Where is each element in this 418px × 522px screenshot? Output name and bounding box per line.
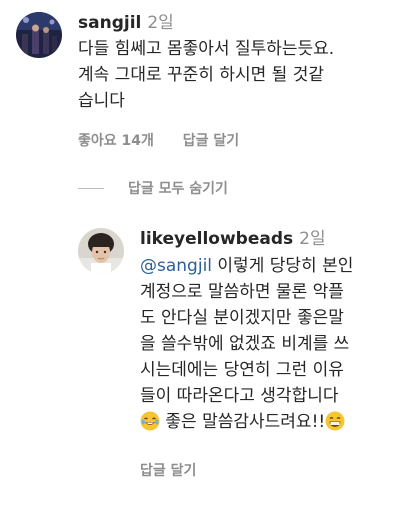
reply-line: 도 안다실 분이겠지만 좋은말 [140, 308, 344, 328]
comment-line: 습니다 [78, 91, 125, 111]
likes-count[interactable]: 좋아요 14개 [78, 130, 154, 150]
reply-button[interactable]: 답글 달기 [140, 460, 196, 480]
avatar-sangjil[interactable] [16, 12, 62, 58]
reply-line-text: 이렇게 당당히 본인 [212, 256, 354, 276]
comment-line: 계속 그대로 꾸준히 하시면 될 것같 [78, 65, 324, 85]
reply-body: @sangjil 이렇게 당당히 본인계정으로 말씀하면 물론 악플도 안다실 … [140, 253, 353, 435]
reply-actions: 답글 달기 [140, 460, 196, 480]
reply-line: 계정으로 말씀하면 물론 악플 [140, 282, 344, 302]
reply-line: 시는데에는 당연히 그런 이유 [140, 360, 344, 380]
reply-time: 2일 [299, 229, 326, 249]
reply-line-last: 좋은 말씀감사드려요!! [140, 409, 353, 435]
comment-username[interactable]: sangjil [78, 13, 141, 33]
grinning-emoji-icon [325, 411, 345, 431]
comment-actions: 좋아요 14개 답글 달기 [78, 130, 239, 150]
comment-body: 다들 힘쎄고 몸좋아서 질투하는듯요. 계속 그대로 꾸준히 하시면 될 것같습니… [78, 36, 334, 114]
reply-header: likeyellowbeads 2일 [140, 228, 326, 250]
reply-line: 을 쓸수밖에 없겠죠 비계를 쓰 [140, 334, 350, 354]
avatar-likeyellowbeads[interactable] [78, 228, 124, 274]
comment-time: 2일 [147, 13, 174, 33]
reply-line-first: @sangjil 이렇게 당당히 본인 [140, 253, 353, 279]
divider-line [78, 187, 104, 189]
reply-line-text: 좋은 말씀감사드려요!! [160, 412, 326, 432]
comment-header: sangjil 2일 [78, 12, 174, 34]
hide-replies-label[interactable]: 답글 모두 숨기기 [128, 178, 228, 198]
comment-line: 다들 힘쎄고 몸좋아서 질투하는듯요. [78, 39, 335, 59]
reply-button[interactable]: 답글 달기 [183, 130, 239, 150]
hide-replies-toggle[interactable]: 답글 모두 숨기기 [78, 178, 228, 198]
mention-link[interactable]: @sangjil [140, 256, 212, 276]
laughing-tears-emoji-icon [140, 411, 160, 431]
reply-username[interactable]: likeyellowbeads [140, 229, 293, 249]
reply-line: 들이 따라온다고 생각합니다 [140, 386, 339, 406]
